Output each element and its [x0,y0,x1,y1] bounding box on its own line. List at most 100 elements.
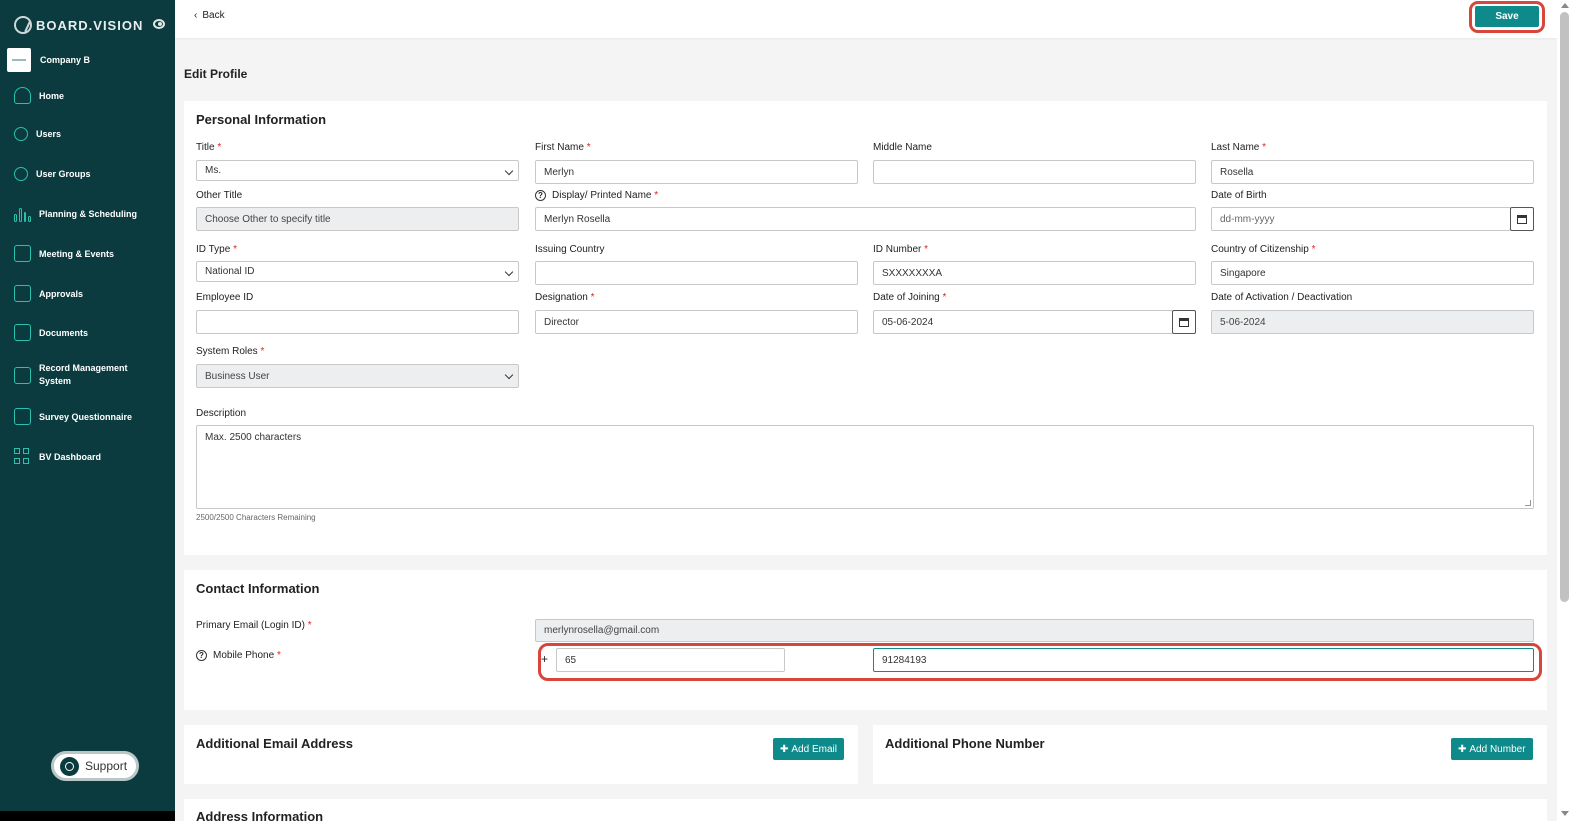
users-icon [14,167,28,181]
date-activation-input: 5-06-2024 [1211,310,1534,334]
contact-info-title: Contact Information [196,581,320,596]
date-joining-label: Date of Joining * [873,292,947,303]
additional-phone-card [873,725,1547,784]
sidebar-item-label: User Groups [36,169,91,179]
scroll-up-icon[interactable] [1561,3,1569,8]
sidebar-item-planning[interactable]: Planning & Scheduling [14,205,137,222]
sidebar-item-label: Survey Questionnaire [39,411,133,422]
sidebar-item-label: Meeting & Events [39,248,115,259]
sidebar-item-users[interactable]: Users [14,127,61,141]
country-code-input[interactable]: 65 [556,648,785,672]
date-joining-input[interactable]: 05-06-2024 [873,310,1173,334]
bottom-bar [0,811,175,821]
sidebar-item-documents[interactable]: Documents [14,324,88,341]
primary-email-input: merlynrosella@gmail.com [535,619,1534,642]
citizenship-input[interactable]: Singapore [1211,261,1534,285]
top-bar: ‹ Back Save [175,0,1557,38]
sidebar-item-home[interactable]: Home [14,87,64,104]
calendar-icon [1517,214,1527,224]
description-label: Description [196,408,247,419]
char-counter: 2500/2500 Characters Remaining [196,513,316,522]
plus-icon: ✚ [1458,743,1467,755]
sidebar-item-meetings[interactable]: Meeting & Events [14,245,114,262]
date-activation-label: Date of Activation / Deactivation [1211,292,1353,303]
additional-phone-title: Additional Phone Number [885,736,1045,751]
issuing-country-input[interactable] [535,261,858,285]
calendar-icon [14,245,31,262]
document-icon [14,285,31,302]
add-number-button[interactable]: ✚ Add Number [1451,738,1533,760]
last-name-input[interactable]: Rosella [1211,160,1534,184]
sidebar-item-records[interactable]: Record Management System [14,362,139,388]
help-icon: ? [196,650,207,661]
dob-input[interactable]: dd-mm-yyyy [1211,207,1511,231]
sidebar-item-user-groups[interactable]: User Groups [14,167,91,181]
middle-name-input[interactable] [873,160,1196,184]
id-type-label: ID Type * [196,244,237,255]
middle-name-label: Middle Name [873,142,932,153]
back-label: Back [202,10,225,21]
toggle-view-icon[interactable] [153,19,165,29]
employee-id-label: Employee ID [196,292,254,303]
sidebar-item-label: Documents [39,327,89,338]
home-icon [14,87,31,104]
phone-plus-prefix: + [541,652,549,666]
calendar-icon [1179,317,1189,327]
display-name-input[interactable]: Merlyn Rosella [535,207,1196,231]
scroll-thumb[interactable] [1560,12,1569,602]
first-name-label: First Name * [535,142,591,153]
citizenship-label: Country of Citizenship * [1211,244,1316,255]
save-button[interactable]: Save [1475,6,1539,27]
sidebar-item-approvals[interactable]: Approvals [14,285,83,302]
date-joining-calendar-button[interactable] [1172,310,1196,334]
designation-input[interactable]: Director [535,310,858,334]
support-label: Support [85,759,128,773]
sidebar-item-label: Approvals [39,288,84,299]
system-roles-select: Business User [196,364,519,388]
primary-email-label: Primary Email (Login ID) * [196,620,312,631]
additional-email-card [184,725,858,784]
sidebar-item-bv-dashboard[interactable]: BV Dashboard [14,448,101,465]
first-name-input[interactable]: Merlyn [535,160,858,184]
sidebar-item-label: Users [36,129,62,139]
employee-id-input[interactable] [196,310,519,334]
title-select[interactable]: Ms. [196,160,519,181]
other-title-input: Choose Other to specify title [196,207,519,231]
company-name: Company B [40,55,91,65]
chat-icon [60,756,79,776]
address-info-title: Address Information [196,809,324,821]
id-number-label: ID Number * [873,244,929,255]
id-number-input[interactable]: SXXXXXXXA [873,261,1196,285]
page-scrollbar[interactable] [1557,0,1572,821]
other-title-label: Other Title [196,190,243,201]
survey-icon [14,408,31,425]
mobile-number-input[interactable]: 91284193 [873,648,1534,672]
support-button[interactable]: Support [51,751,139,781]
resize-handle[interactable] [1525,500,1531,506]
mobile-phone-label: ? Mobile Phone * [196,650,281,661]
sidebar-item-survey[interactable]: Survey Questionnaire [14,408,132,425]
documents-icon [14,324,31,341]
page-title: Edit Profile [184,67,248,81]
dob-calendar-button[interactable] [1510,207,1534,231]
id-type-select[interactable]: National ID [196,261,519,282]
sidebar-item-label: Home [39,90,65,101]
plus-icon: ✚ [780,743,789,755]
title-label: Title * [196,142,222,153]
dob-label: Date of Birth [1211,190,1267,201]
description-textarea[interactable]: Max. 2500 characters [196,425,1534,509]
add-email-button[interactable]: ✚ Add Email [773,738,844,760]
designation-label: Designation * [535,292,595,303]
logo-icon [14,16,32,34]
brand-logo[interactable]: BOARD.VISION [14,14,143,36]
additional-email-title: Additional Email Address [196,736,353,751]
dashboard-grid-icon [14,448,31,465]
back-button[interactable]: ‹ Back [194,10,225,21]
company-logo [7,48,31,72]
chevron-left-icon: ‹ [194,10,198,21]
sidebar: BOARD.VISION Company B Home Users User G… [0,0,175,811]
personal-info-title: Personal Information [196,112,327,127]
company-switcher[interactable]: Company B [7,48,90,72]
scroll-down-icon[interactable] [1561,811,1569,816]
address-info-card: Address Information [184,799,1547,821]
